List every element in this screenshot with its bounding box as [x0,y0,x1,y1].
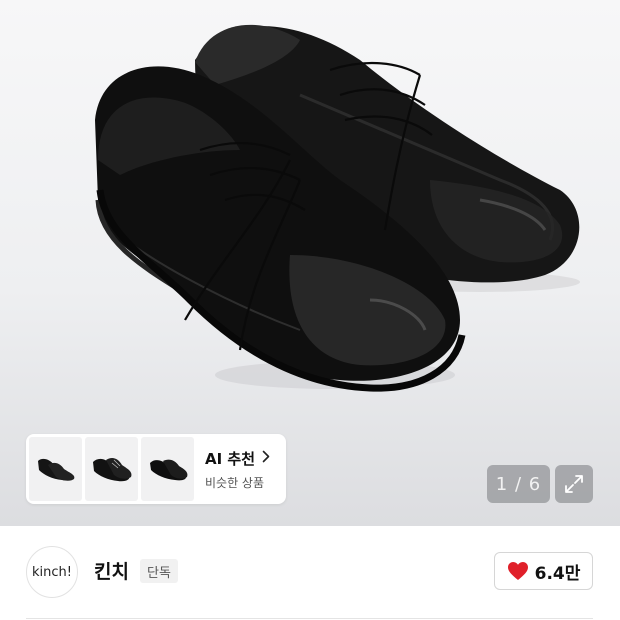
recommend-thumbnail[interactable] [141,437,194,501]
ai-recommend-card[interactable]: AI 추천 비슷한 상품 [26,434,286,504]
brand-logo[interactable]: kinch! [26,546,78,598]
image-pager: 1 / 6 [487,465,550,503]
ai-recommend-subtitle: 비슷한 상품 [205,475,265,490]
brand-row: kinch! 킨치 단독 6.4만 [0,526,620,620]
heart-icon [507,562,528,580]
shoe-thumbnail-icon [149,459,187,481]
recommend-thumbnail[interactable] [85,437,138,501]
recommend-thumbnail[interactable] [29,437,82,501]
ai-recommend-title-text: AI 추천 [205,449,256,468]
brand-name[interactable]: 킨치 [94,557,129,584]
like-button[interactable]: 6.4만 [494,552,593,590]
product-image-area[interactable]: AI 추천 비슷한 상품 1 / 6 [0,0,620,526]
like-count: 6.4만 [534,563,581,584]
shoe-thumbnail-icon [92,457,131,482]
expand-button[interactable] [555,465,593,503]
chevron-right-icon [262,450,270,467]
brand-logo-text: kinch! [32,564,72,580]
expand-icon [565,475,583,493]
shoe-thumbnail-icon [37,458,74,481]
ai-recommend-title[interactable]: AI 추천 [205,448,270,469]
exclusive-badge: 단독 [140,559,178,583]
divider [26,618,593,619]
